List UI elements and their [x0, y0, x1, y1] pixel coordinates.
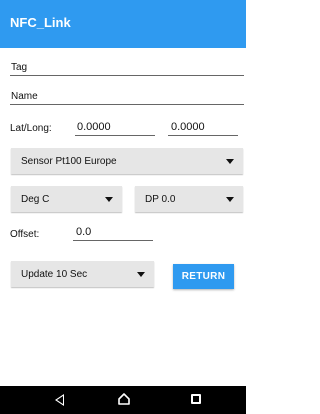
chevron-down-icon — [226, 159, 234, 164]
recents-icon[interactable] — [191, 394, 201, 404]
offset-value: 0.0 — [76, 226, 92, 238]
back-icon[interactable] — [55, 394, 64, 406]
return-button[interactable]: RETURN — [173, 264, 234, 289]
name-label: Name — [11, 91, 38, 102]
offset-input[interactable]: 0.0 — [73, 226, 153, 241]
chevron-down-icon — [137, 272, 145, 277]
name-field[interactable]: Name — [10, 91, 244, 105]
app-title: NFC_Link — [10, 15, 71, 30]
units-select[interactable]: Deg C — [11, 186, 122, 212]
longitude-input[interactable]: 0.0000 — [168, 121, 238, 136]
latlong-label: Lat/Long: — [10, 123, 52, 134]
system-nav-bar — [0, 386, 246, 414]
longitude-value: 0.0000 — [171, 121, 205, 133]
chevron-down-icon — [226, 197, 234, 202]
app-bar: NFC_Link — [0, 0, 246, 48]
latitude-input[interactable]: 0.0000 — [75, 121, 155, 136]
offset-label: Offset: — [10, 229, 40, 240]
sensor-selected-value: Sensor Pt100 Europe — [21, 156, 117, 167]
tag-field[interactable]: Tag — [10, 62, 244, 76]
units-selected-value: Deg C — [21, 194, 50, 205]
decimal-places-select[interactable]: DP 0.0 — [135, 186, 243, 212]
home-icon[interactable] — [118, 393, 130, 405]
tag-label: Tag — [11, 62, 28, 73]
dp-selected-value: DP 0.0 — [145, 194, 176, 205]
latitude-value: 0.0000 — [77, 121, 111, 133]
chevron-down-icon — [105, 197, 113, 202]
sensor-select[interactable]: Sensor Pt100 Europe — [11, 148, 243, 174]
update-selected-value: Update 10 Sec — [21, 269, 88, 280]
update-interval-select[interactable]: Update 10 Sec — [11, 261, 154, 287]
